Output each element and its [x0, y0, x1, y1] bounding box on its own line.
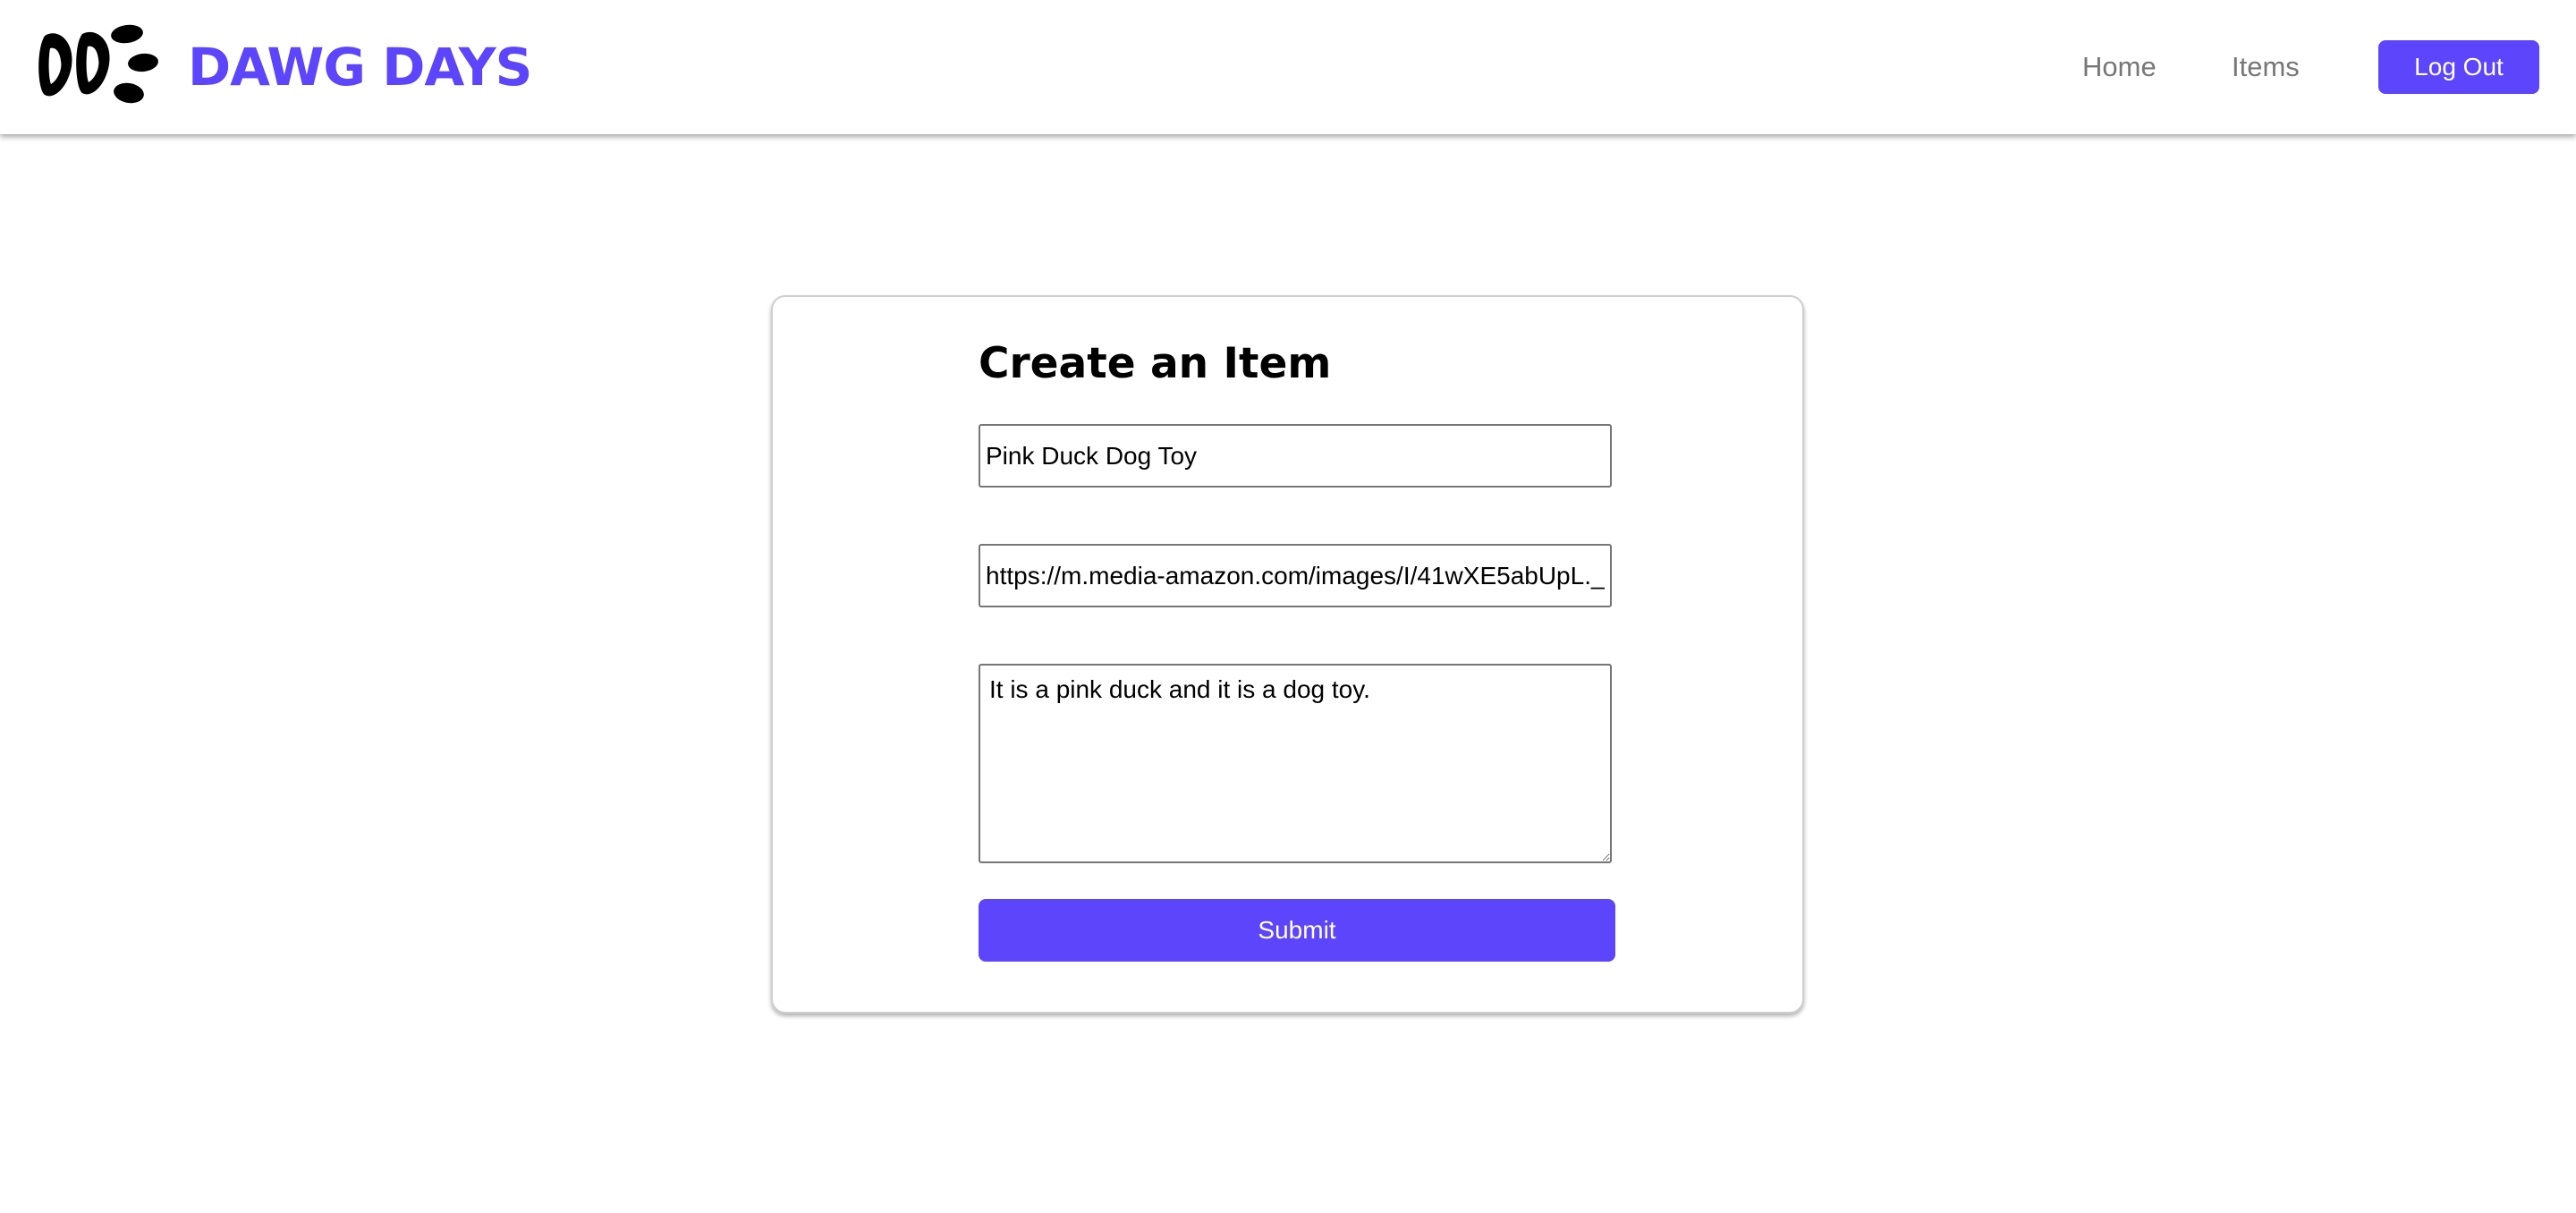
form-title: Create an Item — [979, 339, 1332, 388]
brand-title[interactable]: DAWG DAYS — [188, 36, 532, 98]
description-textarea[interactable]: It is a pink duck and it is a dog toy. — [979, 664, 1612, 863]
submit-button[interactable]: Submit — [979, 899, 1615, 962]
logout-button[interactable]: Log Out — [2378, 40, 2539, 94]
nav-items-link[interactable]: Items — [2232, 0, 2300, 134]
nav-home-link[interactable]: Home — [2082, 0, 2157, 134]
image-url-input[interactable] — [979, 544, 1612, 607]
top-navbar: DAWG DAYS Home Items Log Out — [0, 0, 2576, 134]
paw-print-icon[interactable] — [36, 23, 161, 106]
item-name-input[interactable] — [979, 424, 1612, 488]
